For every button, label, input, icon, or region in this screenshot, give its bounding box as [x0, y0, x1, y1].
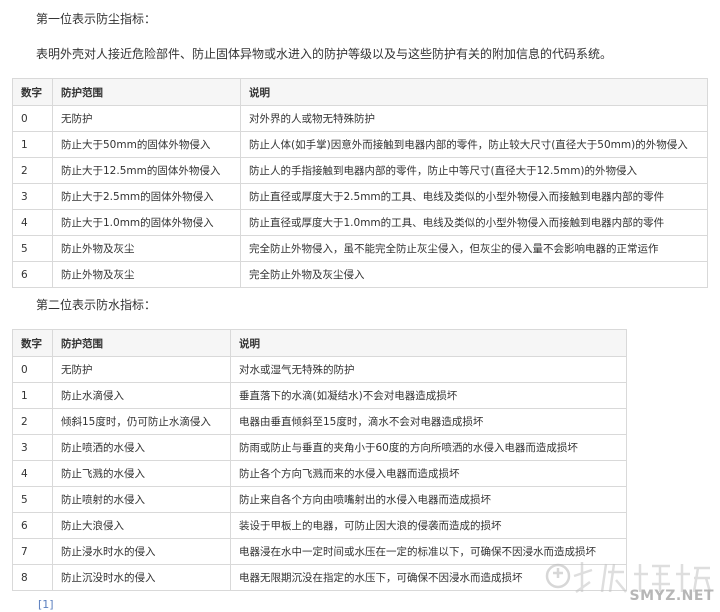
cell-digit: 8	[12, 564, 53, 591]
cell-description: 完全防止外物及灰尘侵入	[240, 261, 708, 288]
cell-scope: 防止大于1.0mm的固体外物侵入	[52, 209, 241, 236]
cell-description: 防止直径或厚度大于2.5mm的工具、电线及类似的小型外物侵入而接触到电器内部的零…	[240, 183, 708, 210]
reference-link[interactable]: [1]	[38, 598, 54, 611]
cell-scope: 防止大于12.5mm的固体外物侵入	[52, 157, 241, 184]
cell-digit: 3	[12, 434, 53, 461]
table-row: 8 防止沉没时水的侵入 电器无限期沉没在指定的水压下，可确保不因浸水而造成损坏	[12, 564, 627, 591]
column-header-description: 说明	[240, 78, 708, 106]
watermark-text: SMYZ.NET	[629, 588, 714, 604]
cell-scope: 无防护	[52, 356, 231, 383]
cell-scope: 防止喷洒的水侵入	[52, 434, 231, 461]
cell-description: 防止各个方向飞溅而来的水侵入电器而造成损坏	[230, 460, 627, 487]
cell-digit: 0	[12, 105, 53, 132]
table-row: 5 防止喷射的水侵入 防止来自各个方向由喷嘴射出的水侵入电器而造成损坏	[12, 486, 627, 513]
cell-digit: 2	[12, 157, 53, 184]
cell-digit: 7	[12, 538, 53, 565]
dust-protection-table: 数字 防护范围 说明 0 无防护 对外界的人或物无特殊防护 1 防止大于50mm的固体…	[12, 78, 708, 288]
table-header-row: 数字 防护范围 说明	[12, 78, 708, 106]
cell-description: 装设于甲板上的电器，可防止因大浪的侵袭而造成的损坏	[230, 512, 627, 539]
table-row: 3 防止大于2.5mm的固体外物侵入 防止直径或厚度大于2.5mm的工具、电线及类似…	[12, 183, 708, 210]
cell-digit: 0	[12, 356, 53, 383]
table-header-row: 数字 防护范围 说明	[12, 329, 627, 357]
dust-intro: 表明外壳对人接近危险部件、防止固体异物或水进入的防护等级以及与这些防护有关的附加…	[36, 47, 613, 61]
cell-digit: 6	[12, 261, 53, 288]
cell-scope: 防止水滴侵入	[52, 382, 231, 409]
cell-description: 对外界的人或物无特殊防护	[240, 105, 708, 132]
table-row: 4 防止大于1.0mm的固体外物侵入 防止直径或厚度大于1.0mm的工具、电线及类似…	[12, 209, 708, 236]
cell-scope: 倾斜15度时，仍可防止水滴侵入	[52, 408, 231, 435]
cell-scope: 防止大于50mm的固体外物侵入	[52, 131, 241, 158]
table-row: 0 无防护 对外界的人或物无特殊防护	[12, 105, 708, 132]
table-row: 6 防止外物及灰尘 完全防止外物及灰尘侵入	[12, 261, 708, 288]
cell-description: 防止人的手指接触到电器内部的零件，防止中等尺寸(直径大于12.5mm)的外物侵入	[240, 157, 708, 184]
water-protection-table: 数字 防护范围 说明 0 无防护 对水或湿气无特殊的防护 1 防止水滴侵入 垂直落下的水…	[12, 329, 627, 591]
cell-scope: 防止大于2.5mm的固体外物侵入	[52, 183, 241, 210]
cell-scope: 防止外物及灰尘	[52, 261, 241, 288]
column-header-scope: 防护范围	[52, 78, 241, 106]
column-header-digit: 数字	[12, 329, 53, 357]
cell-description: 垂直落下的水滴(如凝结水)不会对电器造成损坏	[230, 382, 627, 409]
table-row: 2 防止大于12.5mm的固体外物侵入 防止人的手指接触到电器内部的零件，防止中等尺…	[12, 157, 708, 184]
table-row: 2 倾斜15度时，仍可防止水滴侵入 电器由垂直倾斜至15度时，滴水不会对电器造成损坏	[12, 408, 627, 435]
table-row: 7 防止浸水时水的侵入 电器浸在水中一定时间或水压在一定的标准以下，可确保不因浸水而…	[12, 538, 627, 565]
cell-scope: 防止喷射的水侵入	[52, 486, 231, 513]
cell-description: 电器由垂直倾斜至15度时，滴水不会对电器造成损坏	[230, 408, 627, 435]
cell-digit: 5	[12, 486, 53, 513]
cell-digit: 1	[12, 131, 53, 158]
cell-description: 完全防止外物侵入，虽不能完全防止灰尘侵入，但灰尘的侵入量不会影响电器的正常运作	[240, 235, 708, 262]
cell-digit: 1	[12, 382, 53, 409]
cell-description: 防止来自各个方向由喷嘴射出的水侵入电器而造成损坏	[230, 486, 627, 513]
table-row: 0 无防护 对水或湿气无特殊的防护	[12, 356, 627, 383]
table-row: 1 防止水滴侵入 垂直落下的水滴(如凝结水)不会对电器造成损坏	[12, 382, 627, 409]
cell-digit: 4	[12, 209, 53, 236]
cell-digit: 4	[12, 460, 53, 487]
cell-scope: 防止飞溅的水侵入	[52, 460, 231, 487]
cell-scope: 防止沉没时水的侵入	[52, 564, 231, 591]
cell-description: 对水或湿气无特殊的防护	[230, 356, 627, 383]
cell-scope: 无防护	[52, 105, 241, 132]
column-header-description: 说明	[230, 329, 627, 357]
cell-digit: 6	[12, 512, 53, 539]
cell-digit: 5	[12, 235, 53, 262]
cell-scope: 防止外物及灰尘	[52, 235, 241, 262]
water-heading: 第二位表示防水指标：	[36, 298, 157, 312]
column-header-digit: 数字	[12, 78, 53, 106]
table-row: 5 防止外物及灰尘 完全防止外物侵入，虽不能完全防止灰尘侵入，但灰尘的侵入量不会影响…	[12, 235, 708, 262]
table-row: 4 防止飞溅的水侵入 防止各个方向飞溅而来的水侵入电器而造成损坏	[12, 460, 627, 487]
cell-description: 防雨或防止与垂直的夹角小于60度的方向所喷洒的水侵入电器而造成损坏	[230, 434, 627, 461]
cell-digit: 3	[12, 183, 53, 210]
table-row: 3 防止喷洒的水侵入 防雨或防止与垂直的夹角小于60度的方向所喷洒的水侵入电器而造成…	[12, 434, 627, 461]
cell-scope: 防止大浪侵入	[52, 512, 231, 539]
cell-description: 电器无限期沉没在指定的水压下，可确保不因浸水而造成损坏	[230, 564, 627, 591]
cell-description: 防止人体(如手掌)因意外而接触到电器内部的零件，防止较大尺寸(直径大于50mm)…	[240, 131, 708, 158]
cell-scope: 防止浸水时水的侵入	[52, 538, 231, 565]
cell-description: 防止直径或厚度大于1.0mm的工具、电线及类似的小型外物侵入而接触到电器内部的零…	[240, 209, 708, 236]
dust-heading: 第一位表示防尘指标：	[36, 12, 157, 26]
table-row: 1 防止大于50mm的固体外物侵入 防止人体(如手掌)因意外而接触到电器内部的零件，…	[12, 131, 708, 158]
cell-digit: 2	[12, 408, 53, 435]
column-header-scope: 防护范围	[52, 329, 231, 357]
table-row: 6 防止大浪侵入 装设于甲板上的电器，可防止因大浪的侵袭而造成的损坏	[12, 512, 627, 539]
cell-description: 电器浸在水中一定时间或水压在一定的标准以下，可确保不因浸水而造成损坏	[230, 538, 627, 565]
